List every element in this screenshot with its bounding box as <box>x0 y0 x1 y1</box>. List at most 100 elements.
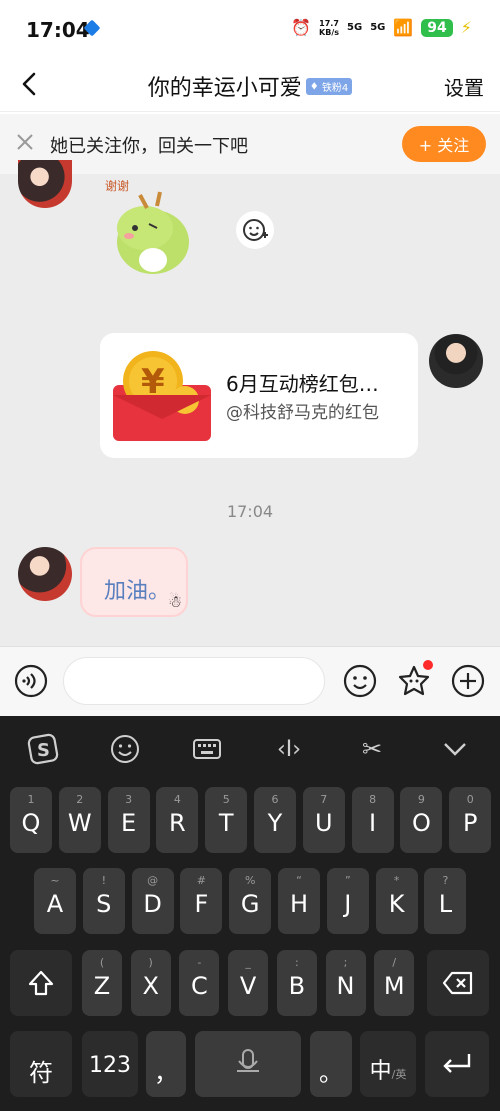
comma-key[interactable]: ， <box>146 1031 186 1097</box>
key-label: W <box>67 809 92 837</box>
emoji-icon[interactable] <box>343 664 377 698</box>
key-label: D <box>143 890 162 918</box>
key-hint: 1 <box>27 793 35 806</box>
key-label: X <box>142 972 159 1000</box>
key-t[interactable]: 5T <box>205 787 248 853</box>
key-label: V <box>239 972 257 1000</box>
key-label: E <box>121 809 137 837</box>
key-v[interactable]: _ V <box>228 950 269 1016</box>
snowman-decoration-icon: ☃ <box>168 592 183 611</box>
close-icon[interactable] <box>14 131 36 153</box>
enter-key[interactable] <box>425 1031 489 1097</box>
signal-5g-1: 5G <box>347 22 363 33</box>
key-o[interactable]: 9O <box>400 787 443 853</box>
key-label: K <box>388 890 405 918</box>
plus-icon[interactable] <box>451 664 485 698</box>
key-hint: ” <box>344 874 351 887</box>
key-hint: # <box>196 874 206 887</box>
backspace-key[interactable] <box>427 950 489 1016</box>
key-label: P <box>462 809 478 837</box>
key-hint: ? <box>442 874 449 887</box>
svg-text:谢谢: 谢谢 <box>105 180 129 193</box>
language-switch-key[interactable]: 中/英 <box>360 1031 416 1097</box>
page-title: 你的幸运小可爱 <box>147 76 302 101</box>
key-l[interactable]: ? L <box>424 868 467 934</box>
chat-title-wrap: 你的幸运小可爱 ♦ 铁粉4 <box>0 70 500 102</box>
key-a[interactable]: ~ A <box>34 868 76 934</box>
key-hint: ~ <box>50 874 60 887</box>
key-label: A <box>46 890 64 918</box>
key-q[interactable]: 1Q <box>10 787 52 853</box>
key-g[interactable]: % G <box>229 868 272 934</box>
key-label: N <box>336 972 355 1000</box>
key-i[interactable]: 8I <box>351 787 394 853</box>
follow-banner-text: 她已关注你，回关一下吧 <box>50 136 248 157</box>
key-label: O <box>411 809 431 837</box>
number-key[interactable]: 123 <box>82 1031 138 1097</box>
signal-5g-2: 5G <box>370 22 386 33</box>
key-hint: 9 <box>417 793 425 806</box>
key-x[interactable]: ) X <box>130 950 171 1016</box>
status-time: 17:04 <box>26 18 90 42</box>
key-hint: * <box>393 874 400 887</box>
collapse-keyboard-icon[interactable] <box>438 732 472 766</box>
key-d[interactable]: @ D <box>131 868 174 934</box>
voice-input-icon[interactable] <box>14 664 48 698</box>
key-k[interactable]: * K <box>375 868 418 934</box>
sogou-logo-icon[interactable]: S <box>26 732 60 766</box>
message-input[interactable] <box>63 657 325 705</box>
key-s[interactable]: ! S <box>82 868 125 934</box>
key-b[interactable]: :B <box>276 950 317 1016</box>
keyboard-emoji-icon[interactable] <box>108 732 142 766</box>
message-text: 加油。 <box>104 579 171 604</box>
key-label: F <box>194 890 209 918</box>
shift-icon <box>28 970 54 996</box>
key-n[interactable]: ; N <box>325 950 366 1016</box>
net-speed: 17.7 KB/s <box>319 18 340 37</box>
shift-key[interactable] <box>10 950 72 1016</box>
key-label: J <box>344 890 352 918</box>
settings-button[interactable]: 设置 <box>444 72 484 101</box>
wifi-icon: 📶 <box>393 18 414 37</box>
key-u[interactable]: 7U <box>302 787 345 853</box>
period-key[interactable]: 。 <box>310 1031 352 1097</box>
key-label: I <box>369 809 377 837</box>
avatar-self[interactable] <box>429 334 483 388</box>
key-j[interactable]: ” J <box>326 868 369 934</box>
space-key[interactable] <box>195 1031 301 1097</box>
key-label: S <box>96 890 112 918</box>
key-c[interactable]: -C <box>179 950 220 1016</box>
key-hint: @ <box>147 874 159 887</box>
fan-badge: ♦ 铁粉4 <box>305 77 353 95</box>
key-z[interactable]: (Z <box>82 950 122 1016</box>
key-h[interactable]: “H <box>278 868 320 934</box>
avatar-other[interactable] <box>18 547 72 601</box>
keyboard-layout-icon[interactable] <box>190 732 224 766</box>
key-f[interactable]: # F <box>180 868 223 934</box>
cursor-move-icon[interactable]: ‹I› <box>272 732 306 766</box>
key-hint: 3 <box>125 793 133 806</box>
key-r[interactable]: 4R <box>156 787 199 853</box>
key-hint: ) <box>148 956 153 969</box>
microphone-icon <box>237 1049 259 1072</box>
smile-add-icon <box>243 219 268 241</box>
red-packet-title: 6月互动榜红包… <box>226 372 379 396</box>
key-label: Y <box>267 809 283 837</box>
key-label: B <box>288 972 306 1000</box>
key-label: M <box>383 972 405 1000</box>
reaction-button[interactable] <box>236 211 274 249</box>
key-m[interactable]: / M <box>374 950 415 1016</box>
key-w[interactable]: 2W <box>58 787 101 853</box>
alarm-icon: ⏰ <box>291 18 312 37</box>
key-hint: : <box>294 956 299 969</box>
backspace-icon <box>442 971 473 995</box>
red-packet-icon: ¥ <box>113 351 211 441</box>
key-y[interactable]: 6Y <box>254 787 296 853</box>
symbol-key[interactable]: 符 <box>10 1031 72 1097</box>
key-e[interactable]: 3E <box>107 787 150 853</box>
scissors-icon[interactable]: ✂ <box>355 732 389 766</box>
key-label: H <box>289 890 309 918</box>
dragon-sticker[interactable]: 谢谢 <box>105 180 200 280</box>
follow-button[interactable]: + 关注 <box>402 126 486 162</box>
key-p[interactable]: 0P <box>449 787 492 853</box>
